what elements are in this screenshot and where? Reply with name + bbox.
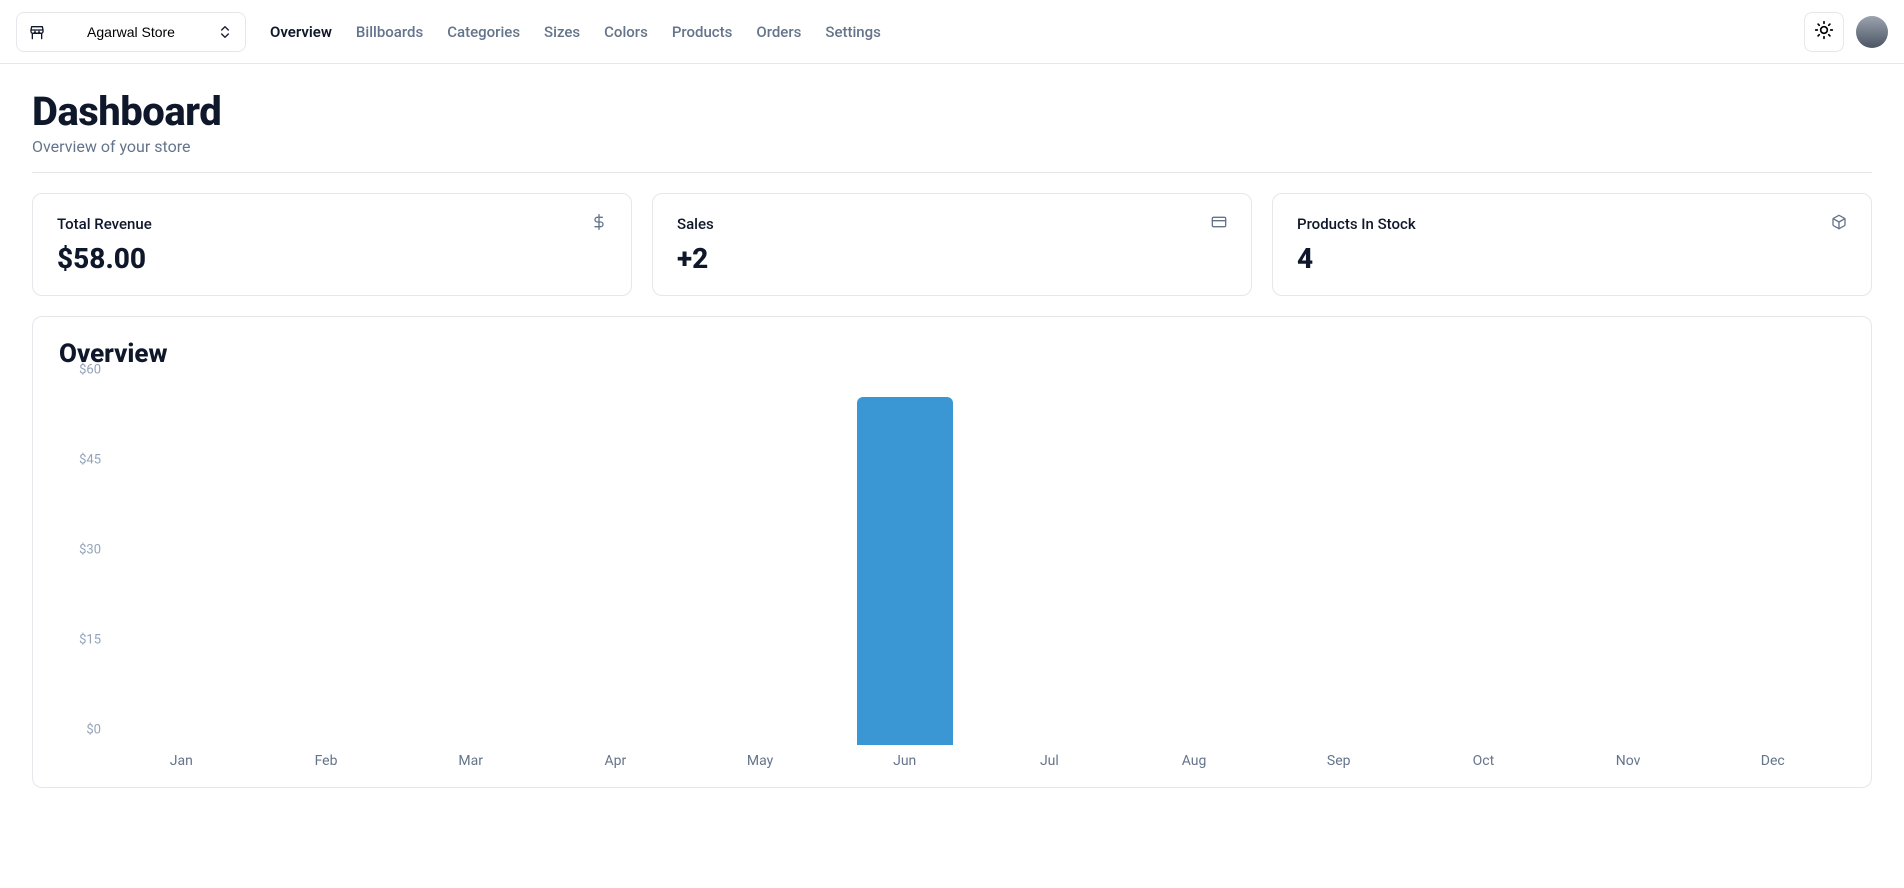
stat-label: Total Revenue <box>57 215 152 233</box>
chart-x-tick: May <box>688 753 833 769</box>
nav-overview[interactable]: Overview <box>270 23 332 41</box>
nav-products[interactable]: Products <box>672 23 733 41</box>
store-switcher[interactable]: Agarwal Store <box>16 12 246 52</box>
chart-area: $0$15$30$45$60 <box>59 385 1845 745</box>
chart-x-tick: Jan <box>109 753 254 769</box>
topbar: Agarwal Store Overview Billboards Catego… <box>0 0 1904 64</box>
dollar-icon <box>591 214 607 234</box>
stat-card-stock: Products In Stock 4 <box>1272 193 1872 296</box>
nav-settings[interactable]: Settings <box>825 23 881 41</box>
main-nav: Overview Billboards Categories Sizes Col… <box>270 23 881 41</box>
page-subtitle: Overview of your store <box>32 137 1872 156</box>
stats-row: Total Revenue $58.00 Sales +2 <box>32 193 1872 296</box>
theme-toggle-button[interactable] <box>1804 12 1844 52</box>
chart-x-tick: Sep <box>1266 753 1411 769</box>
chart-x-tick: Dec <box>1700 753 1845 769</box>
chart-y-tick: $45 <box>79 453 101 468</box>
chart-x-tick: Oct <box>1411 753 1556 769</box>
nav-billboards[interactable]: Billboards <box>356 23 423 41</box>
chart-x-tick: Apr <box>543 753 688 769</box>
chart-bar <box>857 397 953 745</box>
chart-x-tick: Jun <box>832 753 977 769</box>
page-header: Dashboard Overview of your store <box>32 88 1872 156</box>
store-icon <box>29 24 45 40</box>
nav-orders[interactable]: Orders <box>756 23 801 41</box>
nav-sizes[interactable]: Sizes <box>544 23 580 41</box>
credit-card-icon <box>1211 214 1227 234</box>
stat-label: Products In Stock <box>1297 215 1416 233</box>
chart-y-tick: $60 <box>79 363 101 378</box>
page-content: Dashboard Overview of your store Total R… <box>0 64 1904 812</box>
stat-value: 4 <box>1297 242 1847 275</box>
chart-y-axis: $0$15$30$45$60 <box>59 385 109 745</box>
stat-value: $58.00 <box>57 242 607 275</box>
nav-colors[interactable]: Colors <box>604 23 648 41</box>
stat-card-revenue: Total Revenue $58.00 <box>32 193 632 296</box>
page-title: Dashboard <box>32 88 1872 135</box>
chart-y-tick: $15 <box>79 633 101 648</box>
sun-icon <box>1814 20 1834 43</box>
user-avatar[interactable] <box>1856 16 1888 48</box>
package-icon <box>1831 214 1847 234</box>
chart-x-tick: Mar <box>398 753 543 769</box>
chart-x-tick: Jul <box>977 753 1122 769</box>
chart-y-tick: $30 <box>79 543 101 558</box>
topbar-right <box>1804 12 1888 52</box>
chart-card: Overview $0$15$30$45$60 JanFebMarAprMayJ… <box>32 316 1872 788</box>
stat-value: +2 <box>677 242 1227 275</box>
chart-title: Overview <box>59 339 1845 369</box>
chart-x-tick: Feb <box>254 753 399 769</box>
chart-x-tick: Aug <box>1122 753 1267 769</box>
chart-x-tick: Nov <box>1556 753 1701 769</box>
chevrons-up-down-icon <box>217 24 233 40</box>
divider <box>32 172 1872 173</box>
stat-label: Sales <box>677 215 714 233</box>
chart-x-axis: JanFebMarAprMayJunJulAugSepOctNovDec <box>109 753 1845 769</box>
chart-plot <box>109 385 1845 745</box>
chart-y-tick: $0 <box>86 723 101 738</box>
nav-categories[interactable]: Categories <box>447 23 520 41</box>
stat-card-sales: Sales +2 <box>652 193 1252 296</box>
store-switcher-label: Agarwal Store <box>55 24 207 40</box>
